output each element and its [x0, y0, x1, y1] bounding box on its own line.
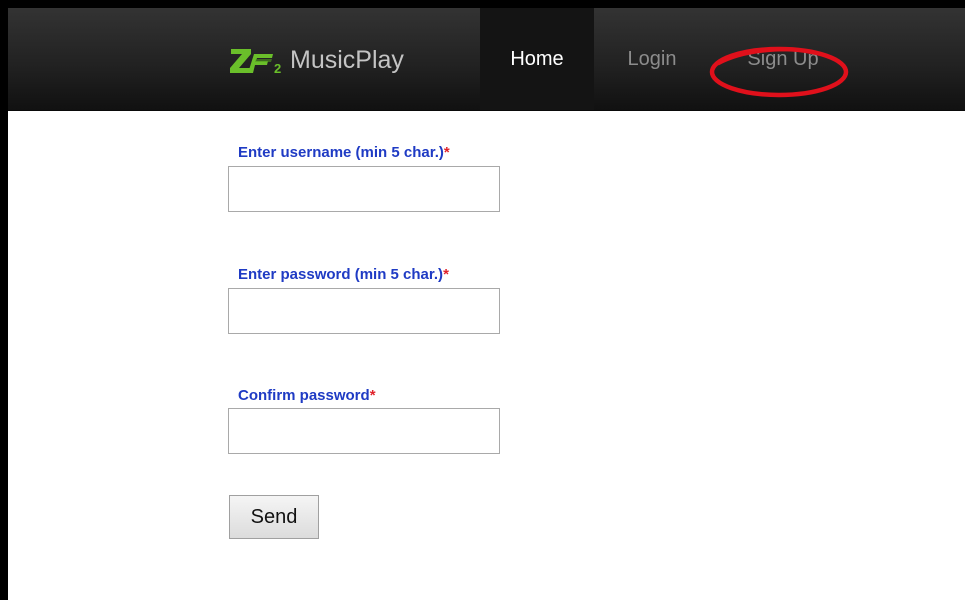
svg-text:2: 2 — [274, 61, 281, 76]
signup-form: Enter username (min 5 char.)* Enter pass… — [8, 110, 965, 600]
nav-home[interactable]: Home — [480, 8, 594, 110]
username-label-text: Enter username (min 5 char.) — [238, 144, 444, 161]
confirm-password-label: Confirm password* — [238, 387, 376, 404]
brand-name: MusicPlay — [290, 46, 404, 74]
username-label: Enter username (min 5 char.)* — [238, 144, 450, 161]
required-mark: * — [443, 266, 449, 283]
required-mark: * — [443, 144, 450, 161]
required-mark: * — [369, 387, 376, 404]
send-button[interactable]: Send — [229, 495, 319, 539]
top-navbar: 2 MusicPlay Home Login Sign Up — [8, 8, 965, 111]
password-input[interactable] — [228, 288, 500, 334]
password-label: Enter password (min 5 char.)* — [238, 266, 449, 283]
password-label-text: Enter password (min 5 char.) — [238, 266, 444, 283]
confirm-password-label-text: Confirm password — [238, 387, 370, 404]
confirm-password-input[interactable] — [228, 408, 500, 454]
brand-link[interactable]: 2 MusicPlay — [228, 42, 404, 78]
username-input[interactable] — [228, 166, 500, 212]
nav-sign-up[interactable]: Sign Up — [720, 8, 846, 110]
nav-login[interactable]: Login — [606, 8, 698, 110]
app-window: 2 MusicPlay Home Login Sign Up Enter use… — [8, 8, 965, 600]
zf2-logo-icon: 2 — [228, 43, 288, 77]
